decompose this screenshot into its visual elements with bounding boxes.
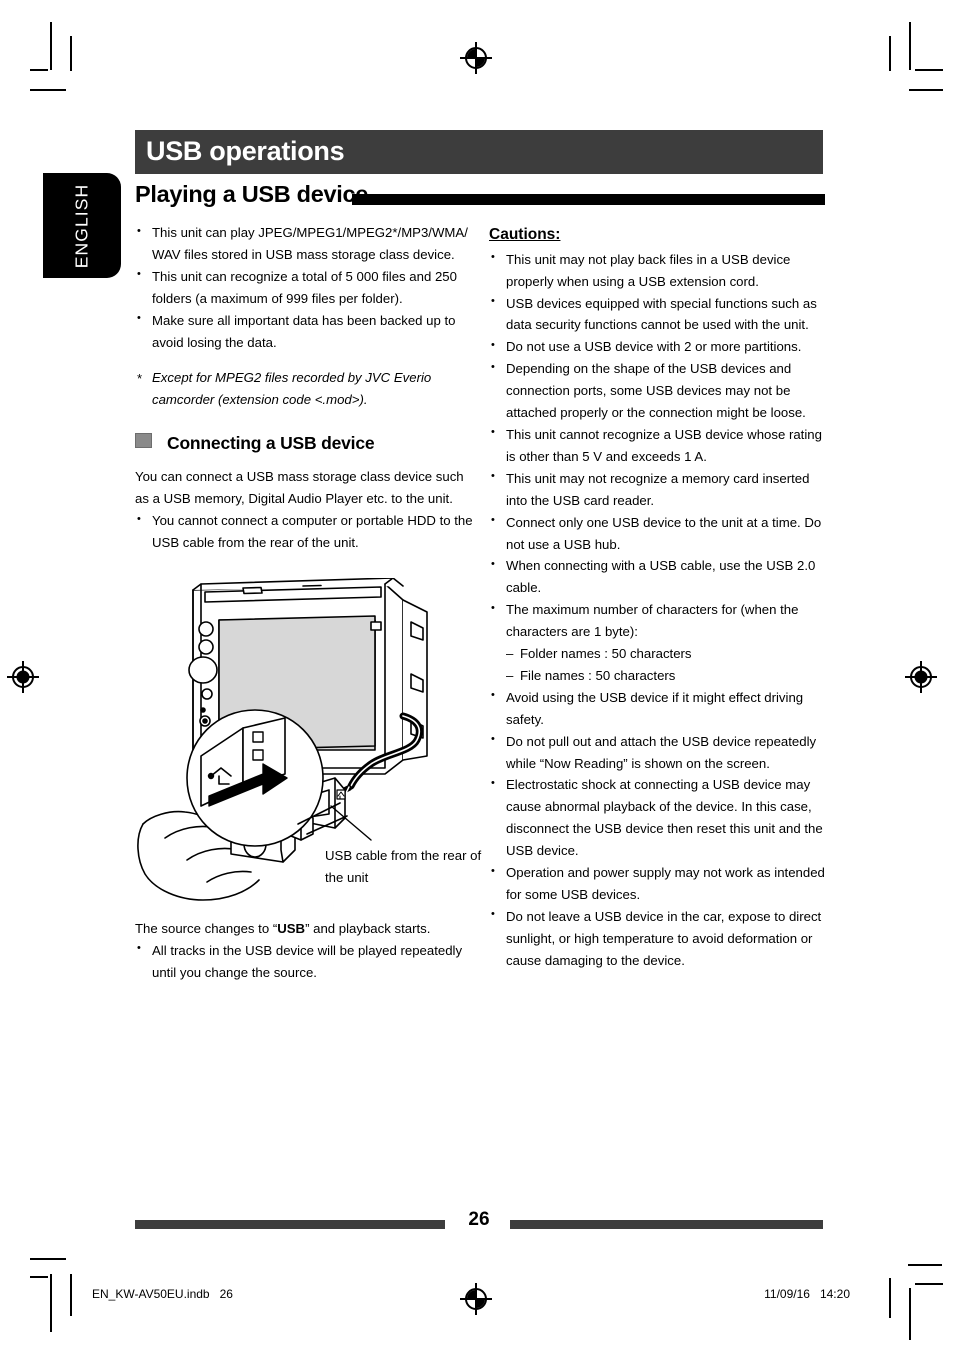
source-change-suffix: ” and playback starts. — [305, 921, 431, 936]
right-column: Cautions: This unit may not play back fi… — [489, 222, 827, 972]
list-item: Avoid using the USB device if it might e… — [489, 686, 827, 731]
list-item: All tracks in the USB device will be pla… — [135, 939, 473, 984]
left-column: This unit can play JPEG/MPEG1/MPEG2*/MP3… — [135, 222, 473, 554]
crop-mark-top-left-inner — [70, 36, 72, 71]
list-item: The maximum number of characters for (wh… — [489, 599, 827, 643]
chapter-title-bar: USB operations — [135, 130, 823, 174]
source-file-name: EN_KW-AV50EU.indb 26 — [92, 1287, 233, 1301]
crop-mark-right-top-outer — [915, 69, 943, 71]
character-limit-list: Folder names : 50 characters File names … — [489, 643, 827, 687]
source-change-paragraph: The source changes to “USB” and playback… — [135, 918, 473, 940]
page-rule-right — [510, 1220, 823, 1229]
list-item: This unit may not recognize a memory car… — [489, 467, 827, 512]
page-number-row: 26 — [135, 1209, 823, 1234]
print-timestamp: 11/09/16 14:20 — [764, 1287, 850, 1301]
footnote: Except for MPEG2 files recorded by JVC E… — [135, 367, 473, 411]
crop-mark-right-top-inner — [909, 89, 943, 91]
crop-mark-right-bottom-outer — [908, 1264, 942, 1266]
list-item: Do not leave a USB device in the car, ex… — [489, 905, 827, 972]
print-footer: EN_KW-AV50EU.indb 26 11/09/16 14:20 — [0, 1287, 954, 1307]
crop-mark-right-bottom-inner — [915, 1283, 943, 1285]
list-item: Folder names : 50 characters — [506, 643, 827, 665]
source-change-prefix: The source changes to “ — [135, 921, 278, 936]
list-item: When connecting with a USB cable, use th… — [489, 555, 827, 599]
crop-mark-top-left-outer — [50, 22, 52, 70]
figure-caption: USB cable from the rear of the unit — [325, 848, 482, 885]
language-tab: ENGLISH — [43, 173, 121, 278]
list-item: You cannot connect a computer or portabl… — [135, 510, 473, 554]
subsection-bullet-list: You cannot connect a computer or portabl… — [135, 510, 473, 554]
crop-mark-left-top-outer — [30, 69, 48, 71]
list-item: Operation and power supply may not work … — [489, 862, 827, 906]
section-title: Playing a USB device — [135, 181, 369, 207]
language-tab-label: ENGLISH — [71, 183, 92, 268]
crop-mark-left-top-inner — [30, 89, 66, 91]
cautions-list-continued: Avoid using the USB device if it might e… — [489, 686, 827, 972]
after-figure-block: The source changes to “USB” and playback… — [135, 918, 473, 984]
list-item: Do not pull out and attach the USB devic… — [489, 730, 827, 775]
crop-mark-top-right-inner — [889, 36, 891, 71]
registration-mark-top — [460, 42, 492, 74]
crop-mark-left-bottom-outer — [30, 1276, 48, 1278]
subsection-title: Connecting a USB device — [167, 433, 375, 454]
subsection-paragraph: You can connect a USB mass storage class… — [135, 469, 464, 507]
list-item: This unit cannot recognize a USB device … — [489, 423, 827, 468]
section-heading: Playing a USB device — [135, 181, 825, 213]
list-item: Connect only one USB device to the unit … — [489, 511, 827, 556]
list-item: Depending on the shape of the USB device… — [489, 358, 827, 424]
list-item: This unit can play JPEG/MPEG1/MPEG2*/MP3… — [135, 222, 473, 266]
crop-mark-left-bottom-inner — [30, 1258, 66, 1260]
list-item: Electrostatic shock at connecting a USB … — [489, 774, 827, 862]
subsection-heading: Connecting a USB device — [135, 429, 473, 458]
list-item: This unit may not play back files in a U… — [489, 248, 827, 293]
list-item: Do not use a USB device with 2 or more p… — [489, 336, 827, 358]
list-item: This unit can recognize a total of 5 000… — [135, 265, 473, 310]
registration-mark-left — [7, 661, 39, 693]
source-name: USB — [277, 921, 306, 936]
cautions-heading-wrap: Cautions: — [489, 222, 827, 249]
list-item: USB devices equipped with special functi… — [489, 292, 827, 337]
registration-mark-right — [905, 661, 937, 693]
section-heading-rule — [352, 194, 825, 205]
intro-bullet-list: This unit can play JPEG/MPEG1/MPEG2*/MP3… — [135, 222, 473, 353]
manual-page: ENGLISH USB operations Playing a USB dev… — [0, 0, 954, 1354]
cautions-list: This unit may not play back files in a U… — [489, 248, 827, 643]
chapter-title: USB operations — [146, 135, 345, 166]
list-item: File names : 50 characters — [506, 665, 827, 687]
cautions-title: Cautions: — [489, 226, 561, 243]
after-figure-bullet-list: All tracks in the USB device will be pla… — [135, 939, 473, 984]
square-marker-icon — [135, 433, 152, 449]
list-item: Make sure all important data has been ba… — [135, 309, 473, 354]
crop-mark-top-right-outer — [909, 22, 911, 70]
